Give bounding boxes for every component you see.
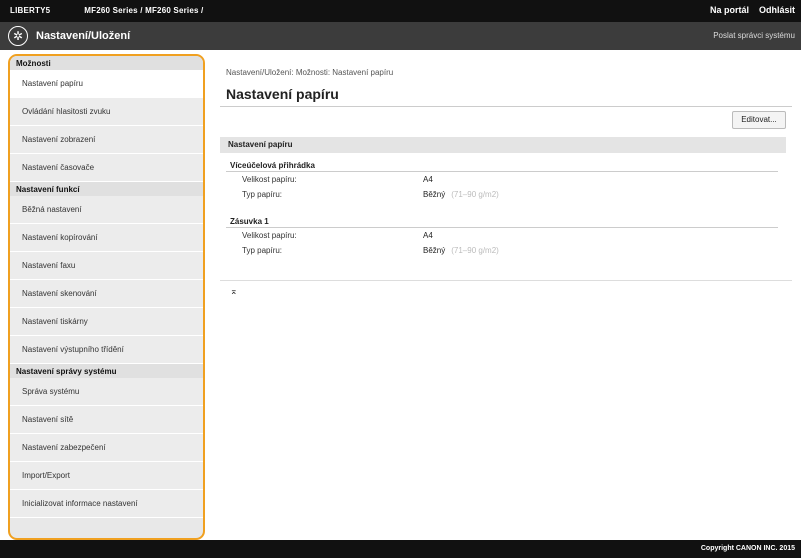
page-title: Nastavení papíru (226, 86, 339, 102)
copyright: Copyright CANON INC. 2015 (700, 545, 795, 552)
sidebar-item-copy-settings[interactable]: Nastavení kopírování (10, 224, 203, 252)
row-value: A4 (423, 172, 433, 187)
breadcrumb: Nastavení/Uložení: Možnosti: Nastavení p… (226, 68, 394, 77)
sidebar-item-timer-settings[interactable]: Nastavení časovače (10, 154, 203, 182)
sidebar-item-fax-settings[interactable]: Nastavení faxu (10, 252, 203, 280)
sidebar: Možnosti Nastavení papíru Ovládání hlasi… (8, 54, 205, 540)
sidebar-item-printer-settings[interactable]: Nastavení tiskárny (10, 308, 203, 336)
title-divider (220, 106, 792, 107)
content-divider (220, 280, 792, 281)
sidebar-item-scan-settings[interactable]: Nastavení skenování (10, 280, 203, 308)
top-links: Na portál Odhlásit (700, 5, 795, 15)
section-header: Nastavení papíru (220, 137, 786, 153)
sidebar-item-security-settings[interactable]: Nastavení zabezpečení (10, 434, 203, 462)
paper-size-value: A4 (423, 175, 433, 184)
sidebar-section-options: Možnosti (10, 56, 203, 70)
settings-row: Velikost papíru: A4 (226, 228, 778, 243)
sidebar-item-common-settings[interactable]: Běžná nastavení (10, 196, 203, 224)
paper-type-value: Běžný (423, 246, 446, 255)
header-bar: ✲ Nastavení/Uložení Poslat správci systé… (0, 22, 801, 50)
paper-type-detail: (71–90 g/m2) (451, 246, 499, 255)
settings-row: Typ papíru: Běžný (71–90 g/m2) (226, 243, 778, 258)
sidebar-item-paper-settings[interactable]: Nastavení papíru (10, 70, 203, 98)
sidebar-section-system-management: Nastavení správy systému (10, 364, 203, 378)
row-label: Typ papíru: (242, 190, 283, 199)
paper-type-detail: (71–90 g/m2) (451, 190, 499, 199)
row-label: Velikost papíru: (242, 175, 297, 184)
sidebar-item-output-sort-settings[interactable]: Nastavení výstupního třídění (10, 336, 203, 364)
paper-size-value: A4 (423, 231, 433, 240)
group-title: Zásuvka 1 (226, 216, 778, 228)
sidebar-item-volume-control[interactable]: Ovládání hlasitosti zvuku (10, 98, 203, 126)
sidebar-section-function-settings: Nastavení funkcí (10, 182, 203, 196)
sidebar-item-network-settings[interactable]: Nastavení sítě (10, 406, 203, 434)
header-title: Nastavení/Uložení (36, 30, 131, 42)
back-to-top-icon[interactable]: ⌅ (230, 286, 238, 297)
settings-group-drawer-1: Zásuvka 1 Velikost papíru: A4 Typ papíru… (226, 216, 778, 258)
sidebar-item-import-export[interactable]: Import/Export (10, 462, 203, 490)
device-info: LIBERTY5 MF260 Series / MF260 Series / (10, 6, 203, 15)
group-title: Víceúčelová přihrádka (226, 160, 778, 172)
logout-link[interactable]: Odhlásit (759, 5, 795, 15)
top-bar: LIBERTY5 MF260 Series / MF260 Series / Na… (0, 0, 801, 22)
settings-row: Typ papíru: Běžný (71–90 g/m2) (226, 187, 778, 202)
footer: Copyright CANON INC. 2015 (0, 540, 801, 558)
paper-type-value: Běžný (423, 190, 446, 199)
settings-row: Velikost papíru: A4 (226, 172, 778, 187)
row-label: Velikost papíru: (242, 231, 297, 240)
edit-button[interactable]: Editovat... (732, 111, 786, 129)
sidebar-item-system-management[interactable]: Správa systému (10, 378, 203, 406)
portal-link[interactable]: Na portál (710, 5, 749, 15)
row-label: Typ papíru: (242, 246, 283, 255)
row-value: A4 (423, 228, 433, 243)
row-value: Běžný (71–90 g/m2) (423, 187, 499, 202)
model-name: MF260 Series / MF260 Series / (84, 6, 204, 15)
sidebar-item-initialize-settings[interactable]: Inicializovat informace nastavení (10, 490, 203, 518)
device-name: LIBERTY5 (10, 6, 51, 15)
sidebar-item-display-settings[interactable]: Nastavení zobrazení (10, 126, 203, 154)
row-value: Běžný (71–90 g/m2) (423, 243, 499, 258)
settings-group-multipurpose-tray: Víceúčelová přihrádka Velikost papíru: A… (226, 160, 778, 202)
system-admin-mail-link[interactable]: Poslat správci systému (713, 31, 795, 40)
settings-icon: ✲ (8, 26, 28, 46)
